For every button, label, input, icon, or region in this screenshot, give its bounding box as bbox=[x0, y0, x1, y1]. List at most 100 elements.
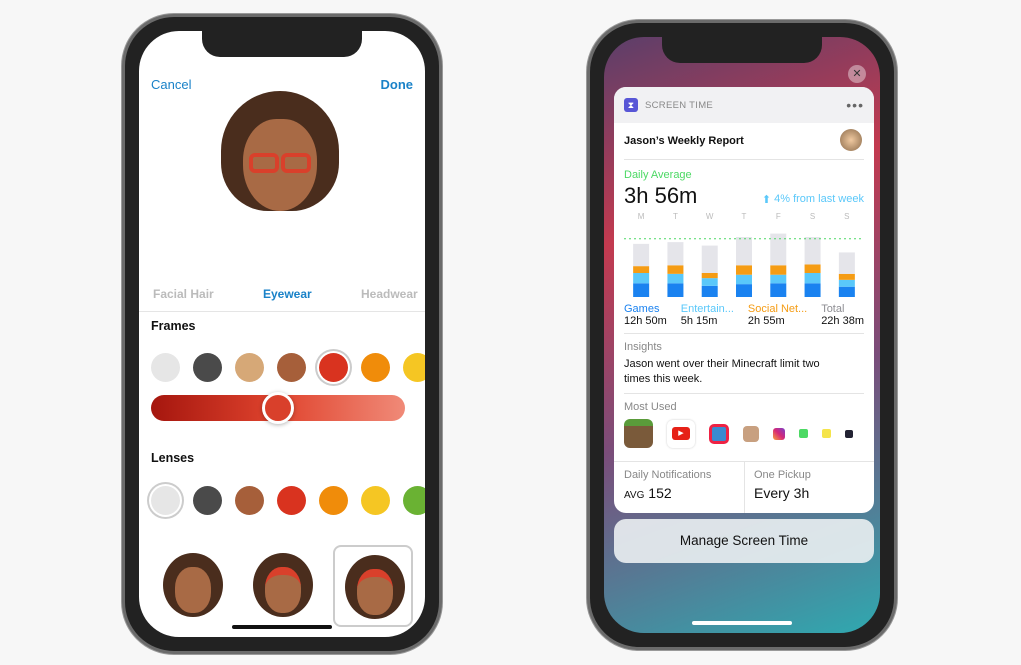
daily-average-value: 3h 56m bbox=[624, 183, 698, 208]
tab-facial-hair[interactable]: Facial Hair bbox=[153, 287, 214, 301]
frame-color-swatch[interactable] bbox=[193, 353, 222, 382]
category-total: Games 12h 50m bbox=[624, 303, 667, 327]
daily-average-label: Daily Average bbox=[624, 169, 692, 181]
day-label: T bbox=[742, 212, 747, 221]
most-used-label: Most Used bbox=[624, 401, 677, 413]
notes-app-icon[interactable] bbox=[822, 429, 831, 438]
bar-segment bbox=[667, 265, 684, 274]
iphone-memoji-editor: Cancel Done Facial Hair Eyewear Headwear… bbox=[122, 14, 442, 654]
bar-segment bbox=[838, 279, 855, 287]
bar-segment bbox=[804, 237, 821, 265]
bar-segment bbox=[838, 252, 855, 274]
memoji-screen: Cancel Done Facial Hair Eyewear Headwear… bbox=[139, 31, 425, 637]
frame-color-swatch[interactable] bbox=[235, 353, 264, 382]
frame-color-swatch[interactable] bbox=[277, 353, 306, 382]
frame-shade-slider[interactable] bbox=[151, 392, 405, 424]
avatar bbox=[840, 129, 862, 151]
day-label: M bbox=[638, 212, 645, 221]
category-total: Entertain... 5h 15m bbox=[681, 303, 734, 327]
widget-header: ⧗ SCREEN TIME ••• bbox=[614, 87, 874, 123]
most-used-apps: ▶ bbox=[624, 419, 853, 448]
memoji-variant[interactable] bbox=[243, 545, 323, 627]
change-text: 4% from last week bbox=[774, 193, 864, 205]
memoji-preview bbox=[221, 91, 339, 231]
youtube-app-icon[interactable]: ▶ bbox=[667, 419, 695, 448]
close-icon[interactable]: ✕ bbox=[848, 65, 866, 83]
notch bbox=[662, 37, 822, 63]
home-indicator bbox=[232, 625, 332, 629]
contact-app-icon[interactable] bbox=[743, 425, 759, 442]
category-value: 2h 55m bbox=[747, 315, 785, 327]
screen-time-widget: ⧗ SCREEN TIME ••• Jason’s Weekly Report … bbox=[614, 87, 874, 513]
lens-color-swatch[interactable] bbox=[193, 486, 222, 515]
day-label: F bbox=[776, 212, 781, 221]
day-label: S bbox=[810, 212, 815, 221]
avg-prefix: AVG bbox=[624, 490, 645, 501]
pickup-label: One Pickup bbox=[754, 469, 811, 481]
memoji-variants bbox=[153, 545, 413, 627]
frame-color-swatch[interactable] bbox=[151, 353, 180, 382]
category-value: 5h 15m bbox=[680, 315, 718, 327]
bar-segment bbox=[804, 283, 821, 297]
cancel-button[interactable]: Cancel bbox=[151, 77, 191, 92]
category-total: Social Net... 2h 55m bbox=[748, 303, 807, 327]
day-label: T bbox=[673, 212, 678, 221]
bar-segment bbox=[736, 274, 752, 285]
frame-color-swatch[interactable] bbox=[319, 353, 348, 382]
category-total: Total 22h 38m bbox=[821, 303, 864, 327]
tab-eyewear[interactable]: Eyewear bbox=[263, 287, 312, 301]
bar-segment bbox=[838, 273, 855, 280]
category-label: Total bbox=[821, 303, 845, 315]
tab-headwear[interactable]: Headwear bbox=[361, 287, 425, 301]
bar-segment bbox=[838, 286, 855, 297]
screen-time-screen: ✕ ⧗ SCREEN TIME ••• Jason’s Weekly Repor… bbox=[604, 37, 880, 633]
insights-label: Insights bbox=[624, 341, 662, 353]
bar-segment bbox=[667, 242, 684, 266]
day-label: S bbox=[844, 212, 849, 221]
ellipsis-icon[interactable]: ••• bbox=[846, 97, 864, 113]
bar-segment bbox=[633, 266, 650, 273]
notifications-count: 152 bbox=[648, 485, 672, 501]
slider-knob[interactable] bbox=[262, 392, 294, 424]
category-tabs: Facial Hair Eyewear Headwear bbox=[139, 287, 425, 301]
notifications-label: Daily Notifications bbox=[624, 469, 712, 481]
lens-color-swatch[interactable] bbox=[151, 486, 180, 515]
hourglass-icon: ⧗ bbox=[624, 98, 638, 112]
bar-segment bbox=[804, 264, 821, 273]
insights-text: Jason went over their Minecraft limit tw… bbox=[624, 358, 820, 385]
messages-app-icon[interactable] bbox=[799, 429, 808, 438]
minecraft-app-icon[interactable] bbox=[624, 419, 653, 448]
bar-segment bbox=[667, 273, 684, 284]
app-icon[interactable] bbox=[845, 429, 853, 438]
notifications-value: AVG 152 bbox=[624, 485, 672, 501]
lens-color-swatch[interactable] bbox=[235, 486, 264, 515]
bar-segment bbox=[667, 283, 684, 297]
game-app-icon[interactable] bbox=[709, 423, 729, 444]
manage-screen-time-button[interactable]: Manage Screen Time bbox=[614, 519, 874, 563]
done-button[interactable]: Done bbox=[381, 77, 414, 92]
home-indicator bbox=[692, 621, 792, 625]
bar-segment bbox=[701, 273, 718, 279]
lens-color-swatch[interactable] bbox=[361, 486, 390, 515]
category-label: Games bbox=[624, 303, 660, 315]
report-title: Jason’s Weekly Report bbox=[624, 135, 744, 147]
lens-color-swatch[interactable] bbox=[403, 486, 425, 515]
lens-color-swatch[interactable] bbox=[319, 486, 348, 515]
frame-color-swatch[interactable] bbox=[361, 353, 390, 382]
frame-color-picker bbox=[151, 353, 425, 382]
change-indicator: ⬆ 4% from last week bbox=[762, 193, 864, 206]
bar-segment bbox=[633, 273, 650, 284]
usage-chart: MTWTFSS bbox=[624, 212, 864, 297]
bar-segment bbox=[804, 273, 821, 284]
memoji-variant-selected[interactable] bbox=[333, 545, 413, 627]
frame-color-swatch[interactable] bbox=[403, 353, 425, 382]
lenses-label: Lenses bbox=[151, 451, 195, 465]
memoji-variant[interactable] bbox=[153, 545, 233, 627]
bar-segment bbox=[770, 283, 787, 297]
category-totals: Games 12h 50m Entertain... 5h 15m Social Net… bbox=[624, 303, 864, 327]
lens-color-swatch[interactable] bbox=[277, 486, 306, 515]
day-label: W bbox=[706, 212, 714, 221]
iphone-screen-time: ✕ ⧗ SCREEN TIME ••• Jason’s Weekly Repor… bbox=[587, 20, 897, 650]
instagram-app-icon[interactable] bbox=[773, 427, 785, 440]
widget-title: SCREEN TIME bbox=[645, 99, 714, 111]
